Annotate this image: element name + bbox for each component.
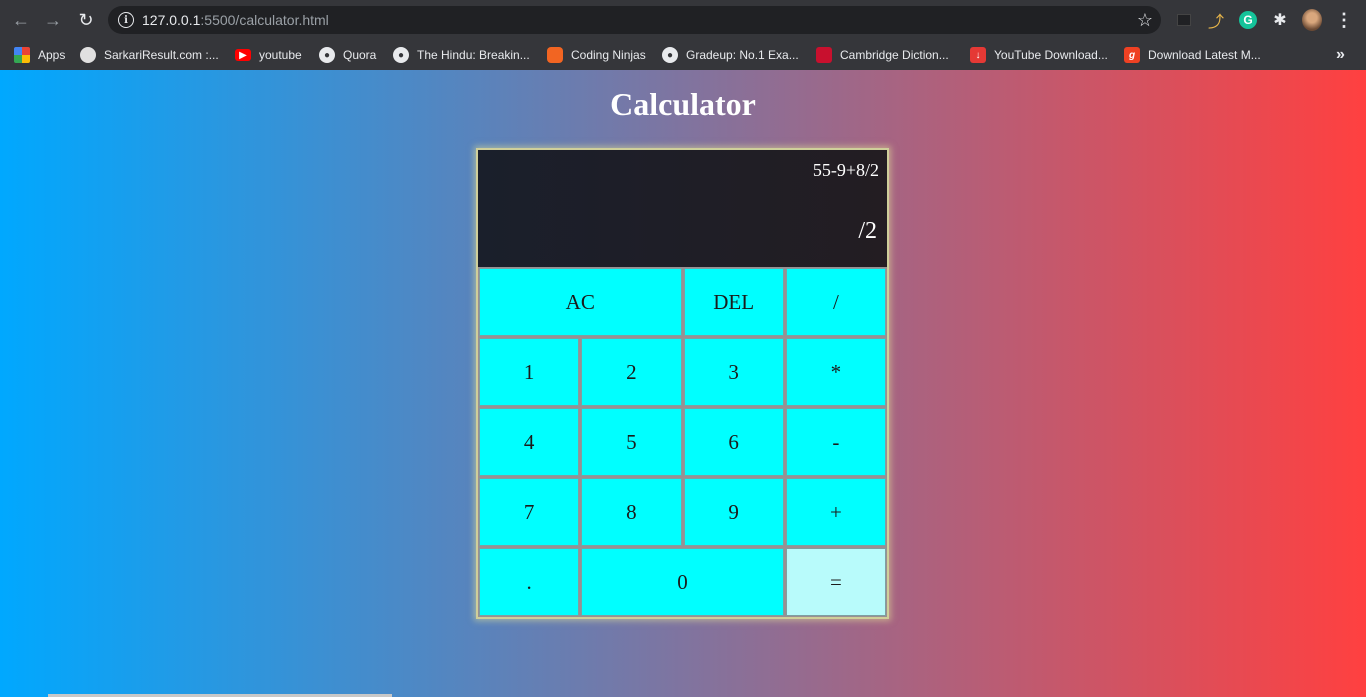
bookmark-label: Cambridge Diction... bbox=[840, 48, 949, 62]
divide-button[interactable]: / bbox=[785, 268, 886, 336]
calculator-display: 55-9+8/2 /2 bbox=[478, 150, 887, 267]
youtube-icon: ▶ bbox=[235, 49, 251, 61]
bookmark-label: YouTube Download... bbox=[994, 48, 1108, 62]
address-url[interactable]: 127.0.0.1:5500/calculator.html bbox=[142, 12, 329, 28]
extensions-puzzle-icon[interactable]: ✱ bbox=[1270, 10, 1290, 30]
bookmark-cambridge[interactable]: Cambridge Diction... bbox=[816, 45, 949, 65]
browser-menu-icon[interactable]: ⋮ bbox=[1334, 10, 1354, 30]
download-icon: ↓ bbox=[970, 47, 986, 63]
current-operand: /2 bbox=[858, 218, 877, 244]
all-clear-button[interactable]: AC bbox=[479, 268, 682, 336]
bookmark-sarkariresult[interactable]: SarkariResult.com :... bbox=[80, 45, 219, 65]
bookmark-download-latest[interactable]: g Download Latest M... bbox=[1124, 45, 1261, 65]
url-path: :5500/calculator.html bbox=[200, 12, 329, 28]
add-button[interactable]: + bbox=[785, 478, 886, 546]
g-icon: g bbox=[1124, 47, 1140, 63]
calculator: 55-9+8/2 /2 AC DEL/ 1 2 3 * 4 5 6- 7 8 9 +. 0 = bbox=[476, 148, 889, 619]
bookmark-label: Apps bbox=[38, 48, 66, 62]
globe-icon: ● bbox=[393, 47, 409, 63]
equals-button[interactable]: = bbox=[785, 548, 886, 616]
globe-icon: ● bbox=[662, 47, 678, 63]
calculator-keypad: AC DEL/ 1 2 3 * 4 5 6- 7 8 9 +. 0 = bbox=[478, 267, 887, 617]
bookmark-apps[interactable]: Apps bbox=[14, 45, 65, 65]
coding-ninjas-icon bbox=[547, 47, 563, 63]
page-viewport: Calculator 55-9+8/2 /2 AC DEL/ 1 2 3 * 4 5 6- 7 8 9… bbox=[0, 70, 1366, 697]
bookmark-coding-ninjas[interactable]: Coding Ninjas bbox=[547, 45, 646, 65]
digit-5-button[interactable]: 5 bbox=[581, 408, 682, 476]
subtract-button[interactable]: - bbox=[785, 408, 886, 476]
back-arrow-icon[interactable]: ← bbox=[9, 8, 33, 32]
profile-avatar[interactable] bbox=[1302, 9, 1322, 31]
bookmark-quora[interactable]: ● Quora bbox=[319, 45, 376, 65]
url-host: 127.0.0.1 bbox=[142, 12, 201, 28]
sarkariresult-icon bbox=[80, 47, 96, 63]
bookmark-youtube-download[interactable]: ↓ YouTube Download... bbox=[970, 45, 1108, 65]
bookmark-label: SarkariResult.com :... bbox=[104, 48, 219, 62]
site-info-icon[interactable]: i bbox=[118, 12, 134, 28]
page-title: Calculator bbox=[610, 86, 756, 122]
digit-3-button[interactable]: 3 bbox=[683, 338, 784, 406]
digit-0-button[interactable]: 0 bbox=[581, 548, 784, 616]
reload-icon[interactable]: ↻ bbox=[74, 8, 98, 32]
globe-icon: ● bbox=[319, 47, 335, 63]
browser-toolbar: ← → ↻ i 127.0.0.1:5500/calculator.html ☆… bbox=[0, 0, 1366, 40]
digit-6-button[interactable]: 6 bbox=[683, 408, 784, 476]
bookmark-star-icon[interactable]: ☆ bbox=[1137, 10, 1153, 30]
bookmark-youtube[interactable]: ▶ youtube bbox=[235, 45, 302, 65]
bookmarks-overflow-icon[interactable]: » bbox=[1336, 45, 1345, 65]
previous-operand: 55-9+8/2 bbox=[812, 160, 879, 180]
bookmark-label: Gradeup: No.1 Exa... bbox=[686, 48, 799, 62]
address-bar[interactable]: i 127.0.0.1:5500/calculator.html ☆ bbox=[108, 6, 1161, 34]
digit-4-button[interactable]: 4 bbox=[479, 408, 580, 476]
bookmark-gradeup[interactable]: ● Gradeup: No.1 Exa... bbox=[662, 45, 799, 65]
bookmark-the-hindu[interactable]: ● The Hindu: Breakin... bbox=[393, 45, 530, 65]
multiply-button[interactable]: * bbox=[785, 338, 886, 406]
digit-9-button[interactable]: 9 bbox=[683, 478, 784, 546]
delete-button[interactable]: DEL bbox=[683, 268, 784, 336]
decimal-button[interactable]: . bbox=[479, 548, 580, 616]
grammarly-icon[interactable]: G bbox=[1238, 10, 1258, 30]
digit-8-button[interactable]: 8 bbox=[581, 478, 682, 546]
bookmark-label: Quora bbox=[343, 48, 377, 62]
bookmark-label: Coding Ninjas bbox=[571, 48, 646, 62]
digit-1-button[interactable]: 1 bbox=[479, 338, 580, 406]
bookmarks-bar: Apps SarkariResult.com :... ▶ youtube ● Qu… bbox=[0, 40, 1366, 70]
bookmark-label: Download Latest M... bbox=[1148, 48, 1261, 62]
digit-2-button[interactable]: 2 bbox=[581, 338, 682, 406]
forward-arrow-icon[interactable]: → bbox=[41, 8, 65, 32]
bookmark-label: The Hindu: Breakin... bbox=[417, 48, 530, 62]
extension-screen-icon[interactable] bbox=[1174, 10, 1194, 30]
extension-chart-icon[interactable]: ⤴ bbox=[1206, 10, 1226, 31]
digit-7-button[interactable]: 7 bbox=[479, 478, 580, 546]
cambridge-icon bbox=[816, 47, 832, 63]
bookmark-label: youtube bbox=[259, 48, 302, 62]
apps-grid-icon bbox=[14, 47, 30, 63]
